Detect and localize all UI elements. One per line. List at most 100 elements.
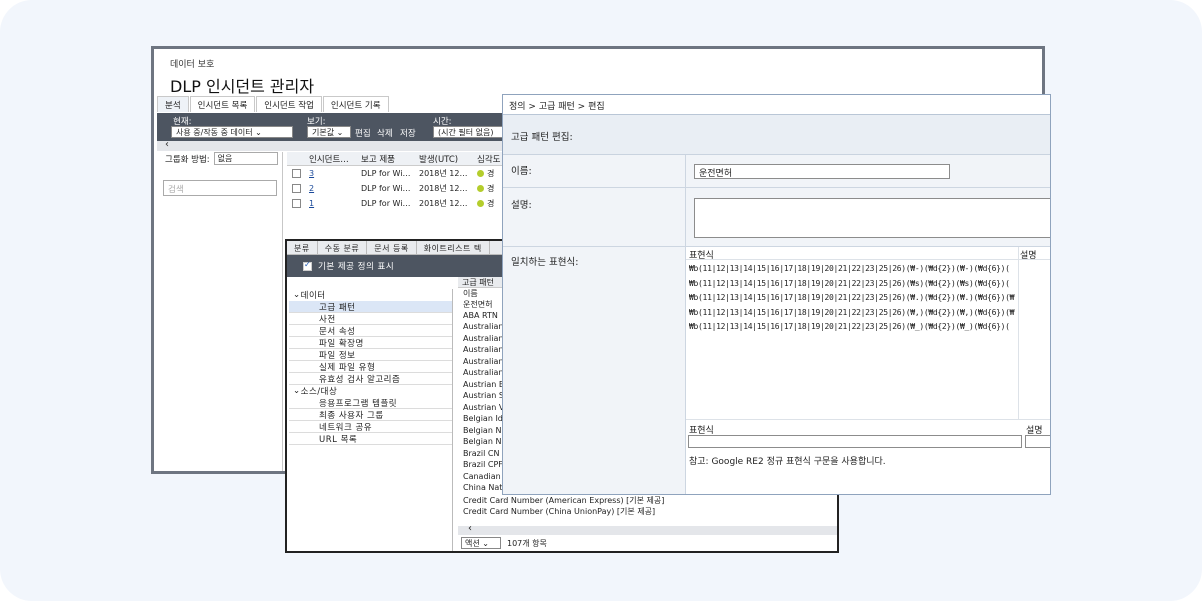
current-select[interactable]: 사용 중/작동 중 데이터 ⌄ [171, 126, 293, 138]
incident-id-link[interactable]: 1 [309, 199, 314, 208]
editor-body: 이름: 운전면허 설명: 일치하는 표현식: 표현식 설명 ₩b(11|12|1… [503, 155, 1050, 494]
tree-item[interactable]: 네트워크 공유 [289, 421, 452, 433]
severity-cell: 경 [487, 199, 495, 208]
table-row[interactable]: 3 DLP for Wi… 2018년 12… 경 [287, 166, 507, 181]
product-cell: DLP for Wi… [361, 199, 411, 208]
tree-item[interactable]: URL 목록 [289, 433, 452, 445]
tree-item[interactable]: 파일 정보 [289, 349, 452, 361]
item-count: 107개 항목 [507, 538, 547, 548]
tab-analysis[interactable]: 분석 [157, 96, 189, 112]
tab-incident-list[interactable]: 인시던트 목록 [189, 96, 256, 112]
tree-item[interactable]: 파일 확장명 [289, 337, 452, 349]
row-checkbox[interactable] [291, 169, 301, 178]
tab-document-registration[interactable]: 문서 등록 [367, 241, 417, 254]
tree-label: 네트워크 공유 [319, 422, 373, 433]
tab-classification[interactable]: 분류 [287, 241, 318, 254]
row-checkbox[interactable] [291, 184, 301, 193]
expression-row[interactable]: ₩b(11|12|13|14|15|16|17|18|19|20|21|22|2… [689, 293, 1015, 307]
chevron-down-icon[interactable]: ⌄ [293, 290, 301, 300]
scroll-left-icon[interactable]: ‹ [165, 139, 169, 150]
new-expression-input[interactable] [688, 435, 1022, 448]
filter-bar: 현재: 사용 중/작동 중 데이터 ⌄ 보기: 기본값 ⌄ 편집 삭제 저장 시… [157, 113, 507, 141]
search-input[interactable]: 검색 [163, 180, 277, 196]
date-cell: 2018년 12… [419, 169, 468, 178]
expression-row[interactable]: ₩b(11|12|13|14|15|16|17|18|19|20|21|22|2… [689, 279, 1015, 293]
table-row[interactable]: 2 DLP for Wi… 2018년 12… 경 [287, 181, 507, 196]
tree-item[interactable]: 실제 파일 유형 [289, 361, 452, 373]
severity-cell: 경 [487, 184, 495, 193]
editor-title: 고급 패턴 편집: [503, 115, 1050, 155]
matching-expression-label: 일치하는 표현식: [511, 257, 579, 268]
incident-table: 인시던트… 보고 제품 발생(UTC) 심각도 3 DLP for Wi… 20… [287, 152, 507, 211]
column-expression: 표현식 [689, 251, 714, 261]
expression-table: 표현식 설명 ₩b(11|12|13|14|15|16|17|18|19|20|… [686, 247, 1050, 494]
horizontal-scrollbar[interactable]: ‹ [157, 139, 507, 151]
breadcrumb: 정의 > 고급 패턴 > 편집 [503, 95, 1050, 115]
tree-label: 소스/대상 [300, 387, 338, 397]
pattern-editor-window: 정의 > 고급 패턴 > 편집 고급 패턴 편집: 이름: 운전면허 설명: 일… [502, 94, 1051, 495]
severity-dot-icon [477, 200, 484, 207]
name-label: 이름: [511, 166, 532, 177]
show-builtin-label: 기본 제공 정의 표시 [318, 262, 395, 272]
tree-label: 최종 사용자 그룹 [319, 410, 384, 421]
tree-label: 문서 속성 [319, 326, 356, 337]
tree-label: 데이터 [300, 291, 326, 301]
tree-group[interactable]: ⌄ 데이터 [289, 289, 452, 301]
view-select[interactable]: 기본값 ⌄ [307, 126, 351, 138]
expression-row[interactable]: ₩b(11|12|13|14|15|16|17|18|19|20|21|22|2… [689, 264, 1015, 278]
column-date[interactable]: 발생(UTC) [419, 153, 477, 165]
tree-label: 고급 패턴 [319, 302, 356, 313]
time-select[interactable]: (시간 필터 없음) [433, 126, 505, 138]
tree-item[interactable]: 문서 속성 [289, 325, 452, 337]
description-textarea[interactable] [694, 198, 1050, 238]
tab-incident-history[interactable]: 인시던트 기록 [322, 96, 389, 112]
incident-tabs: 분석 인시던트 목록 인시던트 작업 인시던트 기록 [157, 96, 390, 112]
tree-label: 실제 파일 유형 [319, 362, 376, 373]
product-cell: DLP for Wi… [361, 184, 411, 193]
incident-id-link[interactable]: 3 [309, 169, 314, 178]
column-incident[interactable]: 인시던트… [305, 153, 361, 165]
product-cell: DLP for Wi… [361, 169, 411, 178]
tab-incident-tasks[interactable]: 인시던트 작업 [256, 96, 322, 112]
new-description-input[interactable] [1025, 435, 1050, 448]
date-cell: 2018년 12… [419, 184, 468, 193]
tree-label: 응용프로그램 템플릿 [319, 398, 398, 409]
incident-id-link[interactable]: 2 [309, 184, 314, 193]
expression-row[interactable]: ₩b(11|12|13|14|15|16|17|18|19|20|21|22|2… [689, 322, 1015, 336]
edit-link[interactable]: 편집 [355, 127, 371, 139]
tree-label: URL 목록 [319, 434, 358, 445]
column-product[interactable]: 보고 제품 [361, 153, 419, 165]
description-label: 설명: [511, 200, 532, 211]
tree-label: 사전 [319, 314, 336, 325]
expression-row[interactable]: ₩b(11|12|13|14|15|16|17|18|19|20|21|22|2… [689, 308, 1015, 322]
action-select[interactable]: 액션 ⌄ [461, 537, 501, 549]
list-item[interactable]: Credit Card Number (American Express) [기… [458, 495, 837, 507]
tab-whitelist[interactable]: 화이트리스트 텍 [417, 241, 490, 254]
show-builtin-checkbox[interactable] [303, 260, 312, 271]
tab-manual-classification[interactable]: 수동 분류 [318, 241, 368, 254]
severity-dot-icon [477, 185, 484, 192]
tree-item[interactable]: 유효성 검사 알고리즘 [289, 373, 452, 385]
name-input[interactable]: 운전면허 [694, 164, 950, 179]
column-description: 설명 [1020, 251, 1037, 261]
table-row[interactable]: 1 DLP for Wi… 2018년 12… 경 [287, 196, 507, 211]
tree-item[interactable]: 최종 사용자 그룹 [289, 409, 452, 421]
tree-item[interactable]: 고급 패턴 [289, 301, 452, 313]
severity-cell: 경 [487, 169, 495, 178]
chevron-down-icon[interactable]: ⌄ [293, 386, 301, 396]
delete-link[interactable]: 삭제 [377, 127, 393, 139]
save-link[interactable]: 저장 [400, 127, 416, 139]
pattern-list-scrollbar[interactable]: ‹ [458, 523, 837, 535]
tree-item[interactable]: 사전 [289, 313, 452, 325]
severity-dot-icon [477, 170, 484, 177]
list-item[interactable]: Credit Card Number (China UnionPay) [기본 … [458, 506, 837, 518]
tree-group[interactable]: ⌄ 소스/대상 [289, 385, 452, 397]
group-by-select[interactable]: 없음 [213, 152, 278, 165]
scroll-left-icon[interactable]: ‹ [468, 523, 472, 534]
re2-note: 참고: Google RE2 정규 표현식 구문을 사용합니다. [689, 457, 886, 467]
tree-label: 파일 확장명 [319, 338, 364, 349]
tree-item[interactable]: 응용프로그램 템플릿 [289, 397, 452, 409]
row-checkbox[interactable] [291, 199, 301, 208]
app-name: 데이터 보호 [170, 60, 215, 70]
tree-label: 유효성 검사 알고리즘 [319, 374, 401, 385]
